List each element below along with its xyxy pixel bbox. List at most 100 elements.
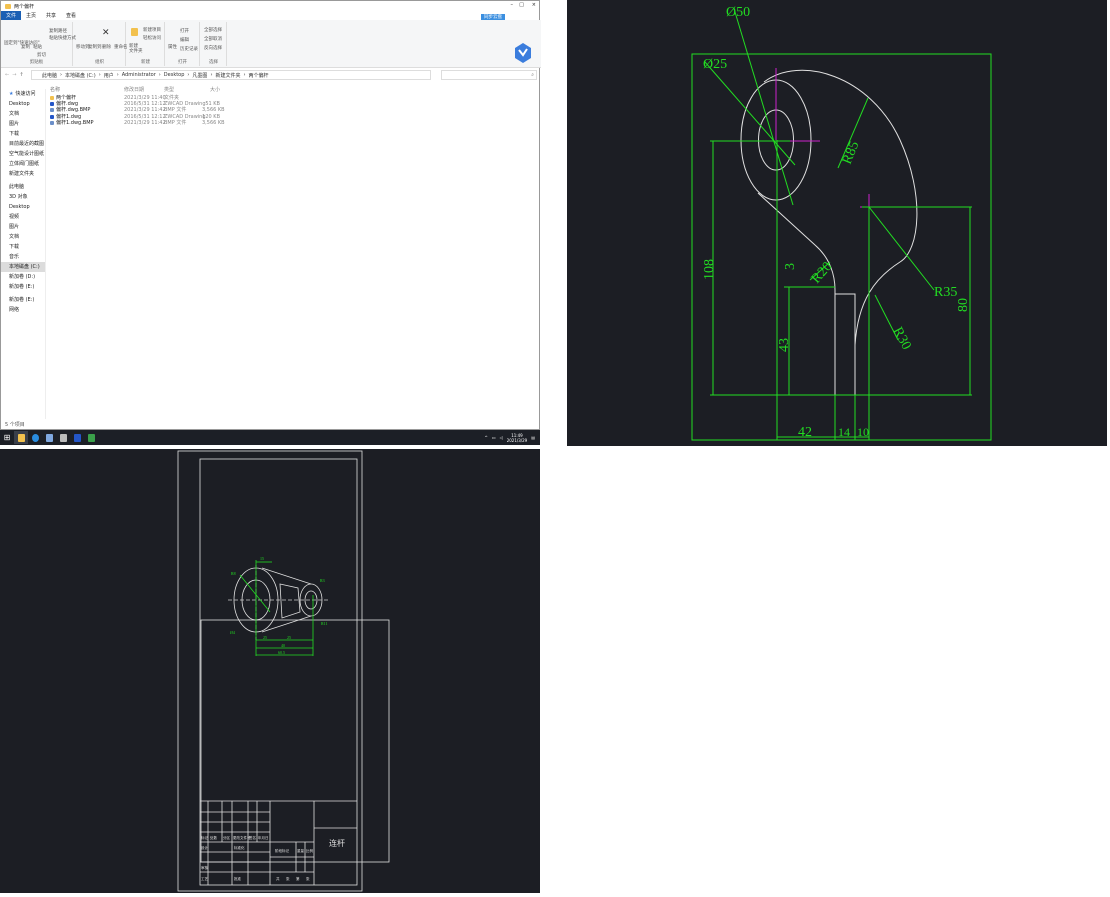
tab-view[interactable]: 查看 <box>61 11 81 20</box>
nav-item[interactable]: 视频 <box>1 212 45 222</box>
close-button[interactable]: × <box>532 2 536 8</box>
window-title: 两个偏杆 <box>14 3 35 10</box>
part-name: 连杆 <box>329 838 345 848</box>
up-icon[interactable]: ↑ <box>19 72 23 78</box>
breadcrumb-item[interactable]: 两个偏杆 <box>248 72 268 79</box>
spreadsheet-taskbar-icon[interactable] <box>84 431 98 444</box>
copy-button[interactable]: 复制 <box>21 44 30 50</box>
nav-item[interactable]: 立体阀门图纸 <box>1 159 45 169</box>
group-label: 选择 <box>209 60 218 65</box>
start-button[interactable]: ⊞ <box>0 431 14 444</box>
nav-item[interactable]: 下载 <box>1 129 45 139</box>
document-taskbar-icon[interactable] <box>42 431 56 444</box>
breadcrumb-item[interactable]: 新建文件夹 <box>215 72 240 79</box>
new-item-button[interactable]: 新建项目 <box>143 27 161 33</box>
history-button[interactable]: 历史记录 <box>180 46 198 52</box>
column-size[interactable]: 大小 <box>202 85 220 95</box>
file-list: 名称 修改日期 类型 大小 两个偏杆 2021/3/29 11:40 文件夹 偏… <box>49 85 229 126</box>
nav-quick-access[interactable]: ★ 快速访问 <box>1 89 45 99</box>
nav-item[interactable]: 图片 <box>1 222 45 232</box>
breadcrumb-item[interactable]: 用户 <box>104 72 114 79</box>
nav-item[interactable]: Desktop <box>1 202 45 212</box>
group-label: 新建 <box>141 60 150 65</box>
easy-access-button[interactable]: 轻松访问 <box>143 35 161 41</box>
tray-chevron-icon[interactable]: ^ <box>484 435 487 440</box>
printer-taskbar-icon[interactable] <box>56 431 70 444</box>
invert-selection-button[interactable]: 反向选择 <box>204 45 222 51</box>
address-bar[interactable]: 此电脑 › 本地磁盘 (C:) › 用户 › Administrator › Deskt… <box>31 70 431 80</box>
breadcrumb-item[interactable]: Desktop <box>164 72 185 78</box>
file-row[interactable]: 偏杆1.dwg.BMP 2021/3/29 11:42 BMP 文件 3,566… <box>49 120 229 126</box>
address-bar-row: ← → ↑ 此电脑 › 本地磁盘 (C:) › 用户 › Administrator ›… <box>1 69 541 81</box>
column-name[interactable]: 名称 <box>49 85 124 95</box>
select-none-button[interactable]: 全部取消 <box>204 36 222 42</box>
network-icon[interactable]: ▭ <box>492 435 496 440</box>
copy-path-button[interactable]: 复制路径 <box>49 28 67 34</box>
nav-item[interactable]: 文档 <box>1 232 45 242</box>
clock[interactable]: 11:49 2021/3/29 <box>507 433 528 443</box>
rename-button[interactable]: 重命名 <box>114 44 128 50</box>
system-tray: ^ ▭ ◁ 11:49 2021/3/29 ▤ <box>484 430 535 445</box>
nav-item[interactable]: Desktop <box>1 99 45 109</box>
new-group: 新建 文件夹 新建项目 轻松访问 新建 <box>127 22 165 66</box>
tab-file[interactable]: 文件 <box>1 11 22 20</box>
explorer-taskbar-icon[interactable] <box>14 431 28 444</box>
cad-taskbar-icon[interactable] <box>70 431 84 444</box>
dim-r30: R30 <box>889 325 913 353</box>
bmp-icon <box>50 120 54 125</box>
nav-item[interactable]: 目前最近的截图 <box>1 139 45 149</box>
file-type: BMP 文件 <box>164 119 187 126</box>
tab-home[interactable]: 主页 <box>21 11 41 20</box>
properties-button[interactable]: 属性 <box>168 44 177 50</box>
dwg-icon <box>50 114 54 119</box>
back-icon[interactable]: ← <box>5 72 9 78</box>
cad-canvas: 15 R8 R3 Ø4 R11 25 25 40 60.5 标记 处数 分区 更… <box>177 450 390 892</box>
paste-button[interactable]: 粘贴 <box>33 44 42 50</box>
breadcrumb-item[interactable]: Administrator <box>122 72 156 78</box>
nav-item[interactable]: 新加卷 (E:) <box>1 282 45 292</box>
new-folder-button[interactable]: 新建 文件夹 <box>129 44 143 54</box>
delete-icon[interactable]: ✕ <box>102 28 110 38</box>
edit-button[interactable]: 编辑 <box>180 37 189 43</box>
nav-this-pc[interactable]: 此电脑 <box>1 182 45 192</box>
delete-button[interactable]: 删除 <box>102 44 111 50</box>
tb-label: 共 <box>276 876 280 881</box>
nav-item[interactable]: 音乐 <box>1 252 45 262</box>
nav-item[interactable]: 空气能设计图纸 <box>1 149 45 159</box>
nav-item[interactable]: 3D 对象 <box>1 192 45 202</box>
search-icon: ⌕ <box>531 72 534 78</box>
copy-to-button[interactable]: 复制到 <box>88 44 102 50</box>
tb-label: 批准 <box>234 876 241 881</box>
breadcrumb-item[interactable]: 凡墨图 <box>192 72 207 79</box>
nav-item[interactable]: 新加卷 (D:) <box>1 272 45 282</box>
dim-r35: R35 <box>934 285 957 300</box>
volume-icon[interactable]: ◁ <box>500 435 503 440</box>
cut-button[interactable]: 剪切 <box>37 52 46 58</box>
tb-label: 标准化 <box>234 845 245 850</box>
breadcrumb-item[interactable]: 本地磁盘 (C:) <box>65 72 96 79</box>
column-type[interactable]: 类型 <box>164 85 202 95</box>
dim-r20: R20 <box>809 259 836 286</box>
nav-item[interactable]: 新加卷 (E:) <box>1 295 45 305</box>
app-logo-icon <box>515 43 531 63</box>
notification-icon[interactable]: ▤ <box>531 435 535 440</box>
tab-share[interactable]: 共享 <box>41 11 61 20</box>
forward-icon[interactable]: → <box>12 72 16 78</box>
nav-item[interactable]: 文档 <box>1 109 45 119</box>
paste-shortcut-button[interactable]: 粘贴快捷方式 <box>49 35 76 41</box>
nav-item[interactable]: 图片 <box>1 119 45 129</box>
open-button[interactable]: 打开 <box>180 28 189 34</box>
breadcrumb-item[interactable]: 此电脑 <box>42 72 57 79</box>
column-date[interactable]: 修改日期 <box>124 85 164 95</box>
maximize-button[interactable]: □ <box>519 2 524 8</box>
browser-taskbar-icon[interactable] <box>28 431 42 444</box>
minimize-button[interactable]: – <box>511 2 514 8</box>
group-label: 组织 <box>95 60 104 65</box>
status-bar-text: 5 个项目 <box>5 422 25 428</box>
nav-item[interactable]: 新建文件夹 <box>1 169 45 179</box>
select-all-button[interactable]: 全部选择 <box>204 27 222 33</box>
nav-item-selected[interactable]: 本地磁盘 (C:) <box>1 262 45 272</box>
nav-network[interactable]: 网络 <box>1 305 45 315</box>
nav-item[interactable]: 下载 <box>1 242 45 252</box>
search-input[interactable]: ⌕ <box>441 70 537 80</box>
